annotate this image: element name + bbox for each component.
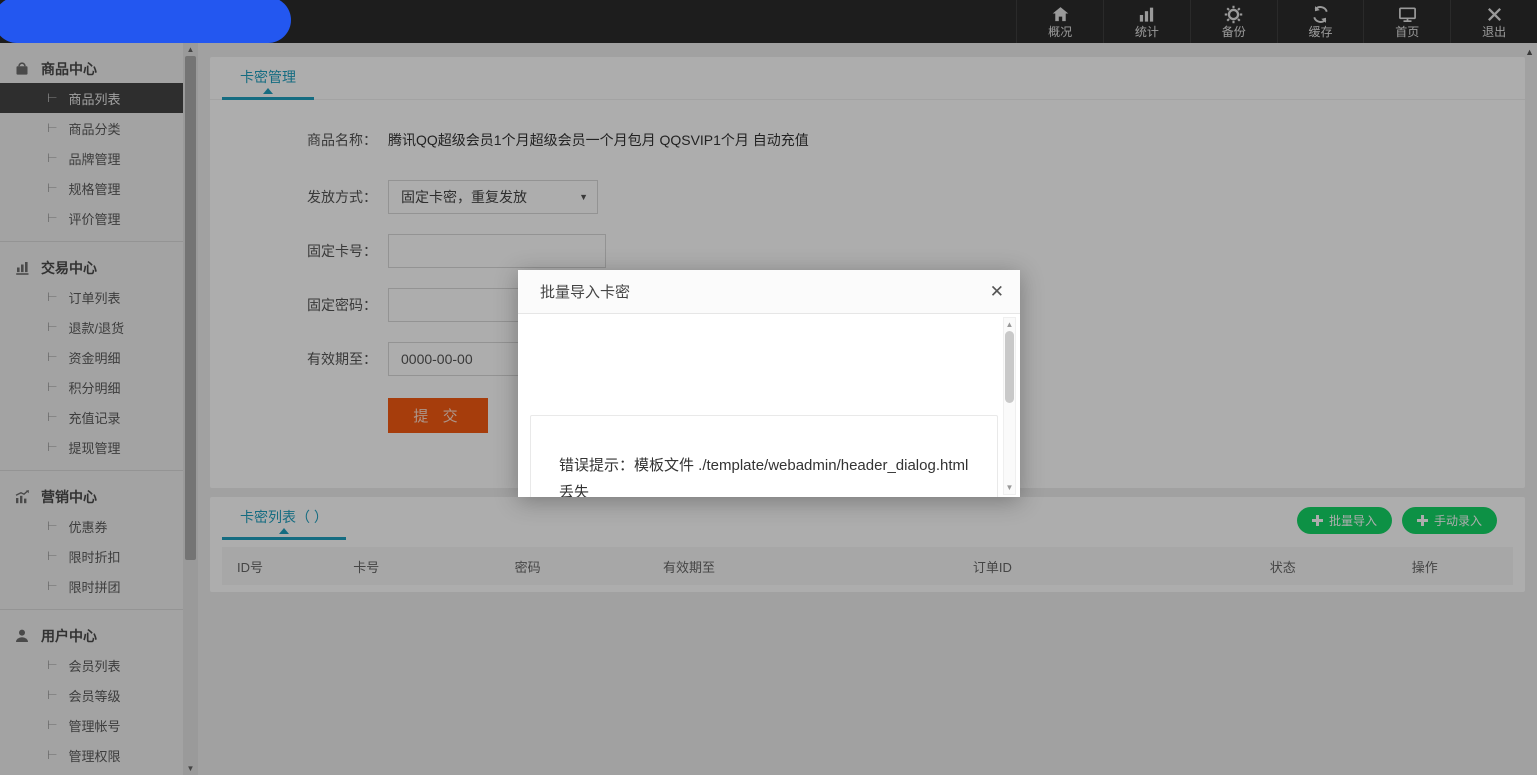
scrollbar-thumb[interactable] [1005, 331, 1014, 403]
error-line-1: 错误提示：模板文件 ./template/webadmin/header_dia… [559, 452, 975, 479]
modal-titlebar: 批量导入卡密 ✕ [518, 270, 1020, 314]
close-icon[interactable]: ✕ [990, 283, 1004, 300]
template-error-message: 错误提示：模板文件 ./template/webadmin/header_dia… [531, 416, 997, 497]
logo-redaction-blob [0, 0, 291, 43]
admin-screen: 概况 统计 [0, 0, 1537, 775]
modal-title: 批量导入卡密 [540, 281, 990, 302]
modal-error-box: 错误提示：模板文件 ./template/webadmin/header_dia… [530, 415, 998, 497]
error-line-2: 丢失 [559, 479, 975, 497]
scroll-up-arrow-icon[interactable]: ▲ [1004, 320, 1015, 329]
modal-body: 错误提示：模板文件 ./template/webadmin/header_dia… [518, 315, 1020, 497]
modal-scrollbar[interactable]: ▲ ▼ [1003, 317, 1016, 495]
bulk-import-modal: 批量导入卡密 ✕ 错误提示：模板文件 ./template/webadmin/h… [518, 270, 1020, 497]
scroll-down-arrow-icon[interactable]: ▼ [1004, 483, 1015, 492]
